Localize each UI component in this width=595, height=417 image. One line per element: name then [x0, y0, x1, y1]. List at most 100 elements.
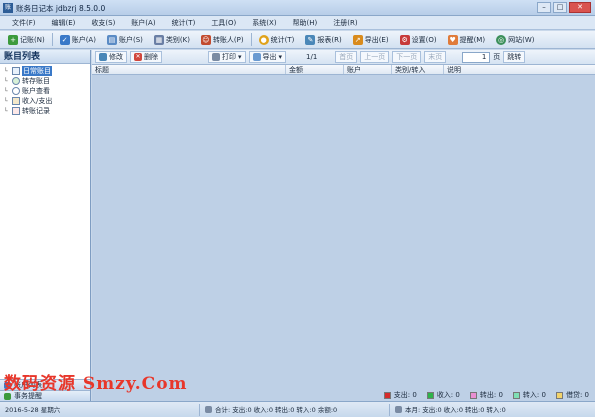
list-toolbar: 修改 ✕ 删除 打印 ▾ 导出 ▾ 1/1 首页 上一页 下一页 末页 1 页 …: [92, 50, 595, 65]
menu-system[interactable]: 系统(X): [244, 18, 284, 28]
page-suffix: 页: [493, 53, 501, 61]
accounts-icon: ▤: [106, 34, 117, 45]
legend-label: 借贷: 0: [565, 391, 589, 399]
prev-page-button[interactable]: 上一页: [360, 51, 390, 63]
settings-label: 设置(O): [411, 35, 437, 44]
export-label: 导出(E): [364, 35, 389, 44]
person-label: 转账人(P): [212, 35, 244, 44]
report-button[interactable]: ✎ 报表(R): [301, 32, 345, 47]
category-icon: ▦: [153, 34, 164, 45]
tree-line-icon: └: [4, 107, 8, 115]
toolbar-separator: [51, 33, 53, 46]
column-title[interactable]: 标题: [92, 65, 286, 74]
category-button[interactable]: ▦ 类别(K): [150, 32, 194, 47]
tree-item-accounts[interactable]: └ 账户查看: [4, 86, 90, 96]
menu-file[interactable]: 文件(F): [4, 18, 44, 28]
sum-icon: [205, 406, 212, 413]
tree-item-transfer-log[interactable]: └ 转账记录: [4, 106, 90, 116]
tree-item-daily[interactable]: └ 日常账目: [4, 66, 90, 76]
legend-label: 收入: 0: [436, 391, 460, 399]
add-entry-button[interactable]: + 记账(N): [4, 32, 49, 47]
legend-transfer-out: 转出: 0: [469, 390, 503, 400]
settings-icon: ⚙: [399, 34, 410, 45]
legend-loan: 借贷: 0: [555, 390, 589, 400]
add-entry-label: 记账(N): [20, 35, 45, 44]
next-page-label: 下一页: [396, 53, 418, 61]
menu-tools[interactable]: 工具(O): [203, 18, 244, 28]
minimize-button[interactable]: –: [537, 2, 551, 13]
edit-button[interactable]: 修改: [95, 51, 127, 63]
export-button[interactable]: ↗ 导出(E): [349, 32, 393, 47]
chevron-down-icon: ▾: [238, 53, 242, 61]
status-month: 本月: 支出:0 收入:0 转出:0 转入:0: [390, 404, 595, 416]
grid-header: 标题 金额 账户 类别/转入 说明: [92, 65, 595, 75]
go-page-button[interactable]: 跳转: [503, 51, 526, 63]
export-list-button[interactable]: 导出 ▾: [248, 51, 287, 63]
column-amount[interactable]: 金额: [286, 65, 344, 74]
chevron-down-icon: ▾: [278, 53, 283, 61]
print-button[interactable]: 打印 ▾: [208, 51, 246, 63]
accounts-button[interactable]: ▤ 账户(S): [103, 32, 147, 47]
person-icon: ☺: [200, 34, 211, 45]
refresh-icon: [12, 77, 20, 85]
web-label: 网站(W): [508, 35, 535, 44]
last-page-label: 末页: [428, 53, 443, 61]
list-icon: [12, 67, 20, 75]
reminder-label: 提醒(M): [459, 35, 486, 44]
report-label: 报表(R): [317, 35, 342, 44]
web-icon: ◎: [496, 34, 507, 45]
reminder-button[interactable]: ♥ 提醒(M): [444, 32, 490, 47]
maximize-button[interactable]: □: [553, 2, 567, 13]
tree-line-icon: └: [4, 67, 8, 75]
column-account[interactable]: 账户: [344, 65, 392, 74]
go-page-label: 跳转: [507, 53, 522, 61]
window-controls: – □ ✕: [537, 2, 591, 13]
status-date-text: 2016-5-28 星期六: [5, 405, 61, 414]
web-button[interactable]: ◎ 网站(W): [492, 32, 538, 47]
tree-item-transfer[interactable]: └ 转存账目: [4, 76, 90, 86]
account-label: 账户(A): [71, 35, 96, 44]
delete-icon: ✕: [134, 53, 142, 61]
legend-transfer-in: 转入: 0: [512, 390, 546, 400]
column-note[interactable]: 说明: [444, 65, 595, 74]
swatch-red-icon: [383, 391, 391, 399]
menu-register[interactable]: 注册(R): [325, 18, 365, 28]
toolbar-separator: [250, 33, 252, 46]
chart-icon: [12, 97, 20, 105]
export-list-icon: [252, 53, 261, 61]
legend-income: 收入: 0: [426, 390, 460, 400]
tree-line-icon: └: [4, 97, 8, 105]
menu-account[interactable]: 账户(A): [123, 18, 163, 28]
export-list-label: 导出: [262, 53, 277, 61]
first-page-button[interactable]: 首页: [335, 51, 358, 63]
menu-income-expense[interactable]: 收支(S): [83, 18, 123, 28]
page-number-input[interactable]: 1: [462, 51, 491, 63]
main-toolbar: + 记账(N) ✓ 账户(A) ▤ 账户(S) ▦ 类别(K) ☺ 转账人(P)…: [0, 31, 595, 49]
status-bar: 2016-5-28 星期六 合计: 支出:0 收入:0 转出:0 转入:0 余额…: [0, 401, 595, 417]
menu-stats[interactable]: 统计(T): [164, 18, 204, 28]
tree-item-label: 转账记录: [22, 107, 50, 115]
main-content: 修改 ✕ 删除 打印 ▾ 导出 ▾ 1/1 首页 上一页 下一页 末页 1 页 …: [92, 50, 595, 401]
last-page-button[interactable]: 末页: [424, 51, 447, 63]
next-page-button[interactable]: 下一页: [392, 51, 422, 63]
delete-button[interactable]: ✕ 删除: [130, 51, 162, 63]
tree-line-icon: └: [4, 77, 8, 85]
settings-button[interactable]: ⚙ 设置(O): [396, 32, 441, 47]
close-button[interactable]: ✕: [569, 2, 591, 13]
grid-body[interactable]: [92, 75, 595, 375]
column-category[interactable]: 类别/转入: [392, 65, 444, 74]
add-entry-icon: +: [8, 34, 18, 45]
sidebar: 账目列表 └ 日常账目 └ 转存账目 └ 账户查看 └ 收入/支出 └ 转账记录: [0, 50, 91, 401]
menu-help[interactable]: 帮助(H): [285, 18, 326, 28]
swatch-mint-icon: [512, 391, 520, 399]
tree-item-label: 收入/支出: [22, 97, 53, 105]
prev-page-label: 上一页: [364, 53, 386, 61]
menu-edit[interactable]: 编辑(E): [44, 18, 84, 28]
person-button[interactable]: ☺ 转账人(P): [197, 32, 248, 47]
tree-item-income-expense[interactable]: └ 收入/支出: [4, 96, 90, 106]
status-month-text: 本月: 支出:0 收入:0 转出:0 转入:0: [405, 405, 506, 414]
status-date: 2016-5-28 星期六: [0, 403, 200, 416]
stats-button[interactable]: ● 统计(T): [255, 32, 299, 47]
account-button[interactable]: ✓ 账户(A): [56, 32, 100, 47]
stats-icon: ●: [258, 34, 269, 45]
